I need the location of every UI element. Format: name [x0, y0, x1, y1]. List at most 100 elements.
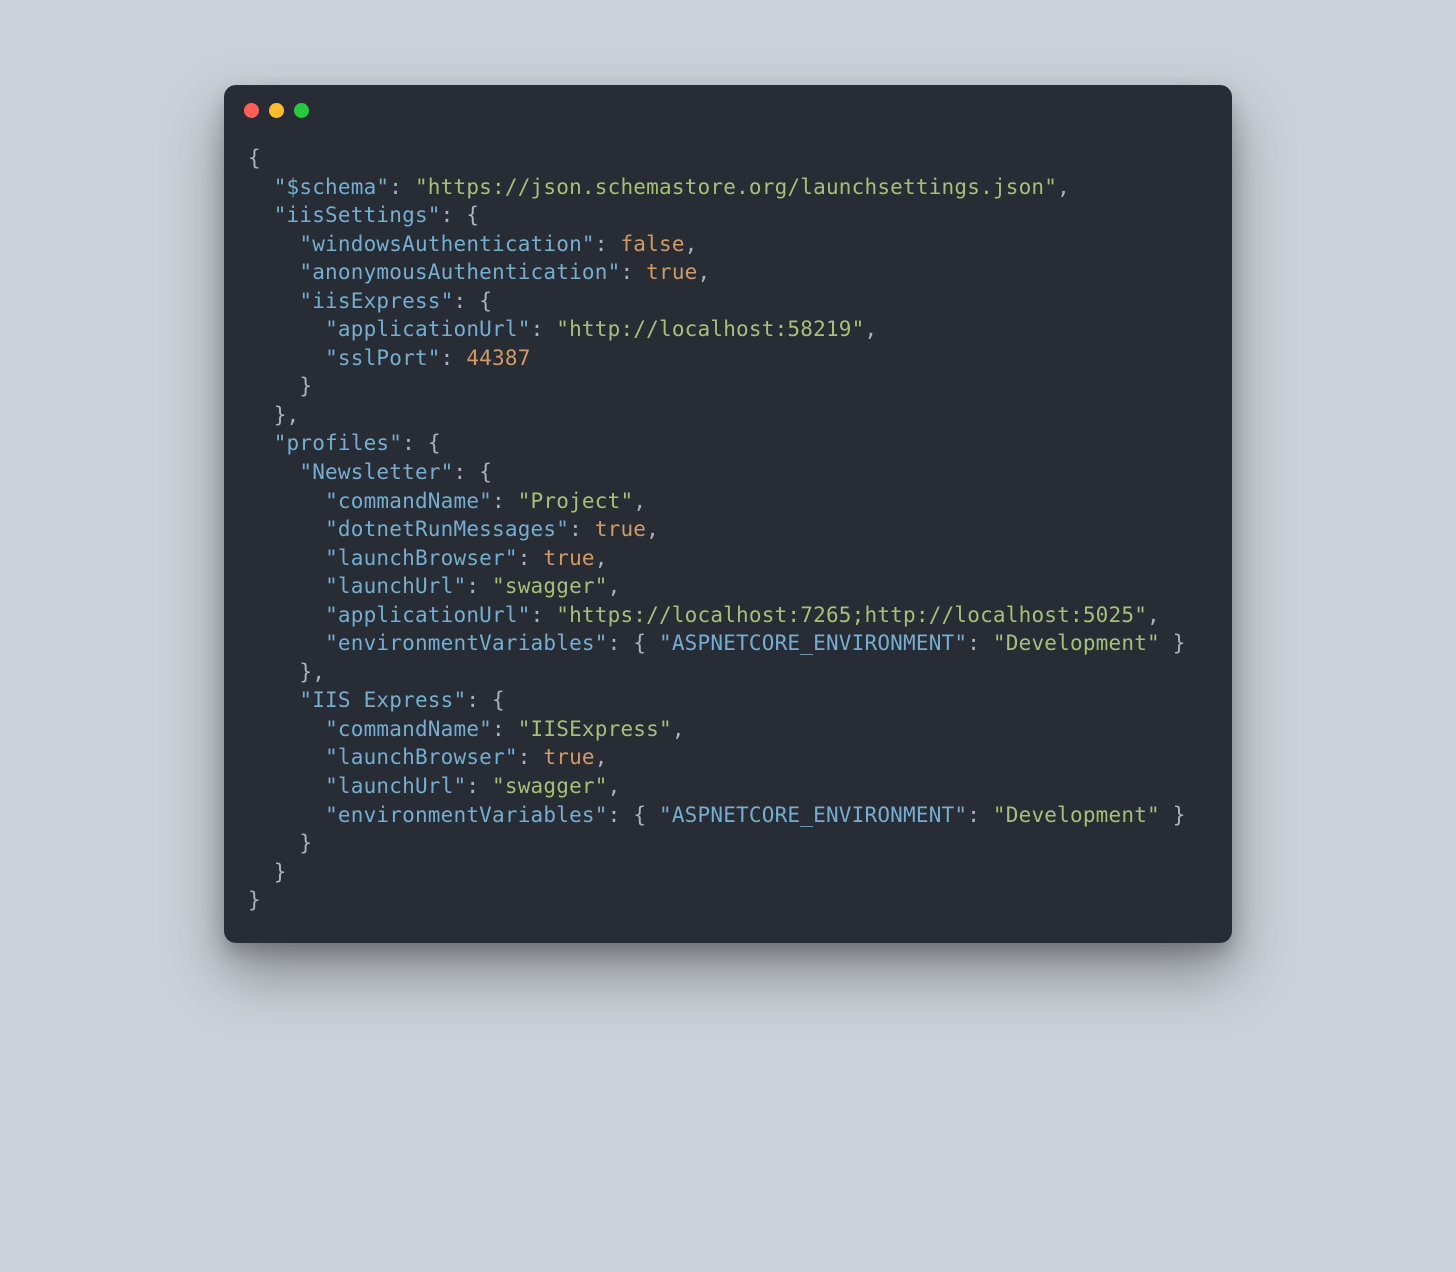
brace: { [428, 431, 441, 455]
json-key: "profiles" [274, 431, 402, 455]
comma: , [672, 717, 685, 741]
json-string: "IISExpress" [518, 717, 672, 741]
colon: : [531, 317, 557, 341]
colon: : [441, 203, 467, 227]
json-key: "iisSettings" [274, 203, 441, 227]
brace: } [1160, 803, 1186, 827]
close-dot-icon[interactable] [244, 103, 259, 118]
colon: : [466, 688, 492, 712]
json-key: "$schema" [274, 175, 390, 199]
colon: : [620, 260, 646, 284]
json-bool: true [595, 517, 646, 541]
json-key: "applicationUrl" [325, 603, 531, 627]
brace: { [466, 203, 479, 227]
brace: { [479, 460, 492, 484]
colon: : [466, 574, 492, 598]
minimize-dot-icon[interactable] [269, 103, 284, 118]
colon: : [389, 175, 415, 199]
json-key: "launchUrl" [325, 574, 466, 598]
colon: : [466, 774, 492, 798]
colon: : [518, 745, 544, 769]
json-key: "anonymousAuthentication" [299, 260, 620, 284]
brace: } [299, 660, 312, 684]
json-key: "commandName" [325, 489, 492, 513]
json-bool: true [543, 745, 594, 769]
indent [248, 860, 274, 884]
json-key: "windowsAuthentication" [299, 232, 594, 256]
json-key: "commandName" [325, 717, 492, 741]
indent [248, 317, 325, 341]
json-string: "https://localhost:7265;http://localhost… [556, 603, 1147, 627]
colon: : [454, 460, 480, 484]
brace: } [299, 831, 312, 855]
indent [248, 374, 299, 398]
json-string: "Development" [993, 631, 1160, 655]
colon: : [531, 603, 557, 627]
indent [248, 574, 325, 598]
comma: , [595, 546, 608, 570]
json-key: "launchBrowser" [325, 745, 518, 769]
json-bool: true [543, 546, 594, 570]
indent [248, 660, 299, 684]
json-bool: false [620, 232, 684, 256]
json-key: "dotnetRunMessages" [325, 517, 569, 541]
json-string: "swagger" [492, 574, 608, 598]
json-key: "launchUrl" [325, 774, 466, 798]
indent [248, 431, 274, 455]
colon: : [967, 631, 993, 655]
indent [248, 603, 325, 627]
json-string: "Project" [518, 489, 634, 513]
json-string: "Development" [993, 803, 1160, 827]
brace: } [1160, 631, 1186, 655]
json-number: 44387 [466, 346, 530, 370]
indent [248, 460, 299, 484]
maximize-dot-icon[interactable] [294, 103, 309, 118]
colon: : [967, 803, 993, 827]
indent [248, 346, 325, 370]
colon: : [454, 289, 480, 313]
brace: } [274, 860, 287, 884]
brace: { [492, 688, 505, 712]
json-string: "swagger" [492, 774, 608, 798]
comma: , [608, 574, 621, 598]
colon: : [402, 431, 428, 455]
colon: : [441, 346, 467, 370]
json-bool: true [646, 260, 697, 284]
code-window: { "$schema": "https://json.schemastore.o… [224, 85, 1232, 943]
colon: : [608, 803, 634, 827]
indent [248, 803, 325, 827]
indent [248, 717, 325, 741]
brace: { [479, 289, 492, 313]
indent [248, 403, 274, 427]
comma: , [1057, 175, 1070, 199]
indent [248, 546, 325, 570]
colon: : [595, 232, 621, 256]
comma: , [698, 260, 711, 284]
indent [248, 517, 325, 541]
brace: } [274, 403, 287, 427]
comma: , [312, 660, 325, 684]
colon: : [608, 631, 634, 655]
code-block: { "$schema": "https://json.schemastore.o… [224, 126, 1232, 943]
json-key: "iisExpress" [299, 289, 453, 313]
colon: : [518, 546, 544, 570]
brace: { [633, 631, 659, 655]
json-key: "sslPort" [325, 346, 441, 370]
comma: , [685, 232, 698, 256]
colon: : [492, 717, 518, 741]
comma: , [287, 403, 300, 427]
comma: , [595, 745, 608, 769]
json-key: "IIS Express" [299, 688, 466, 712]
indent [248, 260, 299, 284]
colon: : [492, 489, 518, 513]
json-string: "https://json.schemastore.org/launchsett… [415, 175, 1057, 199]
indent [248, 203, 274, 227]
indent [248, 631, 325, 655]
brace: } [299, 374, 312, 398]
indent [248, 232, 299, 256]
indent [248, 745, 325, 769]
brace: { [633, 803, 659, 827]
comma: , [1147, 603, 1160, 627]
json-key: "Newsletter" [299, 460, 453, 484]
json-key: "environmentVariables" [325, 631, 608, 655]
